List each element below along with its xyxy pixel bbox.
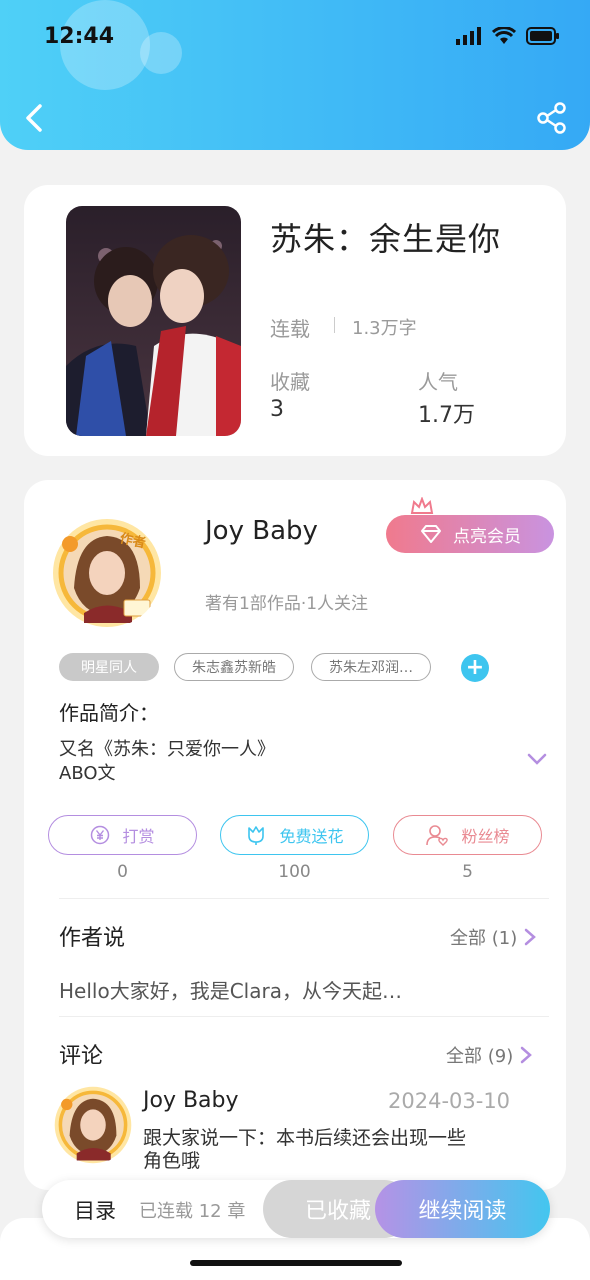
- catalog-button[interactable]: 目录: [74, 1195, 116, 1225]
- commenter-avatar[interactable]: [54, 1086, 132, 1164]
- book-cover-image[interactable]: [66, 206, 241, 436]
- book-title: 苏朱：余生是你: [270, 220, 502, 258]
- battery-icon: [526, 27, 559, 45]
- author-says-heading: 作者说: [59, 926, 126, 951]
- favorites-label: 收藏: [270, 370, 310, 394]
- crown-icon: [410, 497, 434, 514]
- send-flower-label: 免费送花: [279, 827, 344, 846]
- favorites-value: 3: [270, 397, 284, 422]
- home-indicator: [190, 1260, 402, 1266]
- share-icon[interactable]: [536, 102, 568, 134]
- add-tag-button[interactable]: +: [461, 654, 489, 682]
- tag-chip[interactable]: 朱志鑫苏新皓: [174, 653, 294, 681]
- popularity-value: 1.7万: [418, 403, 475, 428]
- serial-status: 连载: [270, 317, 310, 341]
- tag-chip[interactable]: 明星同人: [59, 653, 159, 681]
- tip-label: 打赏: [122, 827, 155, 846]
- chevron-right-icon: [520, 1046, 533, 1064]
- author-says-preview[interactable]: Hello大家好，我是Clara，从今天起…: [59, 975, 402, 1004]
- fan-rank-label: 粉丝榜: [461, 827, 510, 846]
- bottom-action-bar: 目录 已连载 12 章 已收藏 继续阅读: [42, 1180, 550, 1238]
- author-stats: 著有1部作品·1人关注: [205, 594, 369, 614]
- author-says-all-link[interactable]: 全部 (1): [450, 924, 537, 950]
- user-heart-icon: [426, 825, 449, 846]
- fan-count: 5: [462, 862, 473, 882]
- back-icon[interactable]: [20, 100, 50, 136]
- chapter-count: 已连载 12 章: [139, 1201, 246, 1222]
- status-time: 12:44: [44, 24, 115, 49]
- diamond-icon: [421, 525, 441, 543]
- comments-all-label: 全部 (9): [446, 1046, 514, 1067]
- yen-icon: [91, 825, 110, 845]
- comment-date: 2024-03-10: [388, 1089, 511, 1113]
- expand-chevron-icon[interactable]: [527, 752, 547, 766]
- intro-heading: 作品简介：: [59, 701, 159, 725]
- decor-bubble: [140, 32, 182, 74]
- popularity-label: 人气: [418, 370, 458, 394]
- tag-chip[interactable]: 苏朱左邓润…: [311, 653, 431, 681]
- author-name[interactable]: Joy Baby: [205, 516, 318, 546]
- status-icons: [456, 27, 560, 45]
- comments-all-link[interactable]: 全部 (9): [446, 1042, 533, 1068]
- intro-line: ABO文: [59, 763, 116, 784]
- author-says-all-label: 全部 (1): [450, 928, 518, 949]
- intro-line: 又名《苏朱：只爱你一人》: [59, 739, 275, 760]
- flower-count: 100: [278, 862, 311, 882]
- divider: [59, 1016, 549, 1017]
- signal-icon: [456, 27, 481, 45]
- chevron-right-icon: [524, 928, 537, 946]
- top-header: 12:44: [0, 0, 590, 150]
- flower-icon: [248, 826, 265, 845]
- word-count: 1.3万字: [352, 318, 417, 339]
- tip-count: 0: [117, 862, 128, 882]
- continue-reading-button[interactable]: 继续阅读: [375, 1180, 550, 1238]
- vip-button[interactable]: 点亮会员: [386, 515, 554, 553]
- vip-label: 点亮会员: [453, 526, 521, 547]
- tip-button[interactable]: 打赏: [48, 815, 197, 855]
- status-divider: [334, 317, 335, 333]
- send-flower-button[interactable]: 免费送花: [220, 815, 369, 855]
- fan-rank-button[interactable]: 粉丝榜: [393, 815, 542, 855]
- wifi-icon: [492, 27, 516, 44]
- comment-text-line: 角色哦: [143, 1150, 201, 1172]
- comments-heading: 评论: [59, 1044, 104, 1069]
- divider: [59, 898, 549, 899]
- comment-user[interactable]: Joy Baby: [143, 1088, 239, 1113]
